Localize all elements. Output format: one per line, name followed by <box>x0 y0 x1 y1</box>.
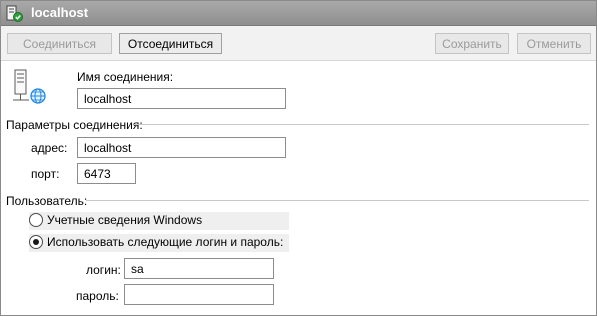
window-title: localhost <box>31 5 89 20</box>
address-input[interactable] <box>77 137 286 158</box>
address-label: адрес: <box>31 141 68 155</box>
user-divider <box>86 200 589 201</box>
login-label: логин: <box>86 263 121 277</box>
cancel-button[interactable]: Отменить <box>517 33 591 54</box>
server-globe-icon <box>13 69 46 104</box>
port-label: порт: <box>31 167 60 181</box>
connection-name-input[interactable] <box>77 88 286 109</box>
connect-button[interactable]: Соединиться <box>7 33 112 54</box>
windows-auth-radio[interactable] <box>29 213 43 227</box>
password-input[interactable] <box>124 284 274 305</box>
user-heading: Пользователь: <box>6 194 88 208</box>
connection-params-heading: Параметры соединения: <box>6 118 143 132</box>
windows-auth-option[interactable]: Учетные сведения Windows <box>29 212 289 230</box>
port-input[interactable] <box>77 163 136 184</box>
login-auth-label: Использовать следующие логин и пароль: <box>47 235 284 249</box>
params-divider <box>134 124 589 125</box>
login-input[interactable] <box>124 258 274 279</box>
save-button[interactable]: Сохранить <box>435 33 509 54</box>
server-connection-icon <box>6 5 23 22</box>
disconnect-button[interactable]: Отсоединиться <box>119 33 222 54</box>
password-label: пароль: <box>76 289 119 303</box>
login-auth-radio[interactable] <box>29 235 43 249</box>
connection-name-label: Имя соединения: <box>77 70 174 84</box>
windows-auth-label: Учетные сведения Windows <box>47 213 203 227</box>
title-bar: localhost <box>1 1 596 26</box>
login-auth-option[interactable]: Использовать следующие логин и пароль: <box>29 234 289 252</box>
toolbar: Соединиться Отсоединиться Сохранить Отме… <box>1 26 596 61</box>
connection-window: localhost Соединиться Отсоединиться Сохр… <box>0 0 597 316</box>
